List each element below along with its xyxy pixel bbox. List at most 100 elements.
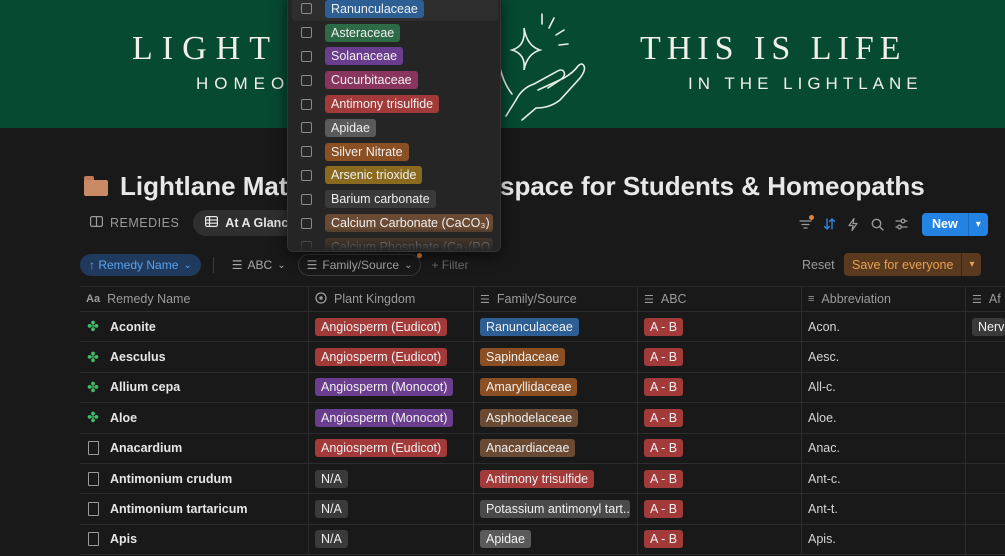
cell-abbreviation[interactable]: Aesc. (802, 342, 966, 372)
column-header-remedy-name[interactable]: Aa Remedy Name (80, 287, 309, 311)
checkbox[interactable] (301, 193, 312, 205)
checkbox[interactable] (301, 50, 312, 62)
chevron-down-icon[interactable]: ▾ (961, 253, 982, 276)
sort-chip-remedy-name[interactable]: ↑ Remedy Name ⌄ (80, 254, 201, 276)
chevron-down-icon[interactable]: ▾ (967, 212, 988, 236)
checkbox[interactable] (301, 217, 312, 229)
cell-family-source[interactable]: Antimony trisulfide (474, 463, 638, 494)
cell-af[interactable] (966, 434, 1005, 463)
table-row[interactable]: Apis N/A Apidae A - B Apis. (80, 524, 1005, 556)
checkbox[interactable] (301, 146, 312, 158)
filter-chip-family-source[interactable]: ☰ Family/Source ⌄ (297, 253, 423, 276)
sort-icon[interactable] (822, 217, 836, 231)
cell-remedy-name[interactable]: ✤ Aconite (80, 312, 309, 342)
dropdown-option[interactable]: Arsenic trioxide (288, 164, 500, 188)
cell-plant-kingdom[interactable]: Angiosperm (Monocot) (309, 403, 474, 433)
checkbox[interactable] (301, 122, 312, 134)
tab-remedies[interactable]: REMEDIES (84, 210, 185, 236)
cell-remedy-name[interactable]: ✤ Aloe (80, 403, 309, 433)
cell-abc[interactable]: A - B (638, 372, 802, 403)
cell-af[interactable] (966, 403, 1005, 432)
save-for-everyone-button[interactable]: Save for everyone ▾ (844, 253, 982, 276)
table-row[interactable]: Anacardium Angiosperm (Eudicot) Anacardiac… (80, 433, 1005, 464)
cell-abc[interactable]: A - B (638, 342, 802, 372)
filter-icon[interactable] (798, 215, 814, 231)
lightning-icon[interactable] (846, 217, 860, 231)
reset-button[interactable]: Reset (802, 254, 835, 276)
table-row[interactable]: ✤ Aesculus Angiosperm (Eudicot) Sapindaceae… (80, 342, 1005, 373)
checkbox[interactable] (301, 74, 312, 86)
table-row[interactable]: Antimonium tartaricum N/A Potassium antimo… (80, 494, 1005, 525)
checkbox[interactable] (301, 169, 312, 181)
cell-af[interactable] (966, 342, 1005, 371)
cell-abbreviation[interactable]: Ant-c. (802, 463, 966, 494)
cell-abbreviation[interactable]: All-c. (802, 372, 966, 403)
cell-abc[interactable]: A - B (638, 524, 802, 555)
dropdown-option[interactable]: Asteraceae (288, 21, 500, 45)
checkbox[interactable] (301, 98, 312, 110)
cell-remedy-name[interactable]: Antimonium crudum (80, 463, 309, 494)
cell-abbreviation[interactable]: Apis. (802, 524, 966, 555)
cell-abbreviation[interactable]: Anac. (802, 433, 966, 463)
cell-family-source[interactable]: Asphodelaceae (474, 403, 638, 433)
cell-remedy-name[interactable]: Antimonium tartaricum (80, 494, 309, 524)
cell-family-source[interactable]: Amaryllidaceae (474, 372, 638, 403)
table-row[interactable]: ✤ Aconite Angiosperm (Eudicot) Ranunculacea… (80, 312, 1005, 343)
column-header-abbreviation[interactable]: ≡ Abbreviation (802, 287, 966, 311)
settings-sliders-icon[interactable] (894, 217, 908, 231)
column-header-af[interactable]: ☰ Af (966, 287, 1005, 311)
cell-abbreviation[interactable]: Acon. (802, 312, 966, 342)
dropdown-option[interactable]: Ranunculaceae (292, 0, 498, 21)
dropdown-option[interactable]: Apidae (288, 116, 500, 140)
cell-abc[interactable]: A - B (638, 433, 802, 463)
cell-remedy-name[interactable]: Apis (80, 524, 309, 555)
cell-af[interactable] (966, 494, 1005, 523)
cell-plant-kingdom[interactable]: Angiosperm (Eudicot) (309, 312, 474, 342)
checkbox[interactable] (301, 3, 312, 15)
cell-abc[interactable]: A - B (638, 312, 802, 342)
dropdown-option[interactable]: Antimony trisulfide (288, 92, 500, 116)
search-icon[interactable] (870, 217, 884, 231)
filter-chip-abc[interactable]: ☰ ABC ⌄ (226, 254, 292, 276)
plant-kingdom-tag: Angiosperm (Eudicot) (315, 348, 448, 367)
cell-abc[interactable]: A - B (638, 463, 802, 494)
cell-family-source[interactable]: Ranunculaceae (474, 312, 638, 342)
dropdown-option-tag: Asteraceae (325, 23, 401, 42)
dropdown-option[interactable]: Solanaceae (288, 45, 500, 69)
cell-abbreviation[interactable]: Aloe. (802, 403, 966, 433)
cell-plant-kingdom[interactable]: Angiosperm (Eudicot) (309, 433, 474, 463)
cell-family-source[interactable]: Anacardiaceae (474, 433, 638, 463)
cell-plant-kingdom[interactable]: N/A (309, 494, 474, 524)
cell-family-source[interactable]: Sapindaceae (474, 342, 638, 372)
cell-af[interactable]: Nerve (966, 312, 1005, 341)
cell-af[interactable] (966, 464, 1005, 493)
save-for-everyone-label[interactable]: Save for everyone (844, 253, 962, 276)
cell-remedy-name[interactable]: ✤ Aesculus (80, 342, 309, 372)
column-header-family-source[interactable]: ☰ Family/Source (474, 287, 638, 311)
cell-family-source[interactable]: Apidae (474, 524, 638, 555)
cell-family-source[interactable]: Potassium antimonyl tart... (474, 494, 638, 524)
add-filter-button[interactable]: + Filter (431, 258, 468, 272)
checkbox[interactable] (301, 27, 312, 39)
dropdown-option[interactable]: Silver Nitrate (288, 140, 500, 164)
cell-abc[interactable]: A - B (638, 403, 802, 433)
cell-abbreviation[interactable]: Ant-t. (802, 494, 966, 524)
column-header-plant-kingdom[interactable]: Plant Kingdom (309, 287, 474, 311)
cell-plant-kingdom[interactable]: Angiosperm (Eudicot) (309, 342, 474, 372)
table-row[interactable]: ✤ Aloe Angiosperm (Monocot) Asphodelaceae A … (80, 403, 1005, 434)
column-header-abc[interactable]: ☰ ABC (638, 287, 802, 311)
cell-af[interactable] (966, 373, 1005, 402)
dropdown-option[interactable]: Cucurbitaceae (288, 68, 500, 92)
table-row[interactable]: ✤ Allium cepa Angiosperm (Monocot) Amarylli… (80, 372, 1005, 404)
table-row[interactable]: Antimonium crudum N/A Antimony trisulfide A… (80, 463, 1005, 495)
cell-plant-kingdom[interactable]: N/A (309, 463, 474, 494)
new-button[interactable]: New ▾ (922, 212, 988, 236)
cell-remedy-name[interactable]: Anacardium (80, 433, 309, 463)
cell-af[interactable] (966, 525, 1005, 554)
cell-remedy-name[interactable]: ✤ Allium cepa (80, 372, 309, 403)
cell-abc[interactable]: A - B (638, 494, 802, 524)
cell-plant-kingdom[interactable]: N/A (309, 524, 474, 555)
cell-plant-kingdom[interactable]: Angiosperm (Monocot) (309, 372, 474, 403)
dropdown-option[interactable]: Barium carbonate (288, 187, 500, 211)
new-button-label[interactable]: New (922, 212, 968, 236)
